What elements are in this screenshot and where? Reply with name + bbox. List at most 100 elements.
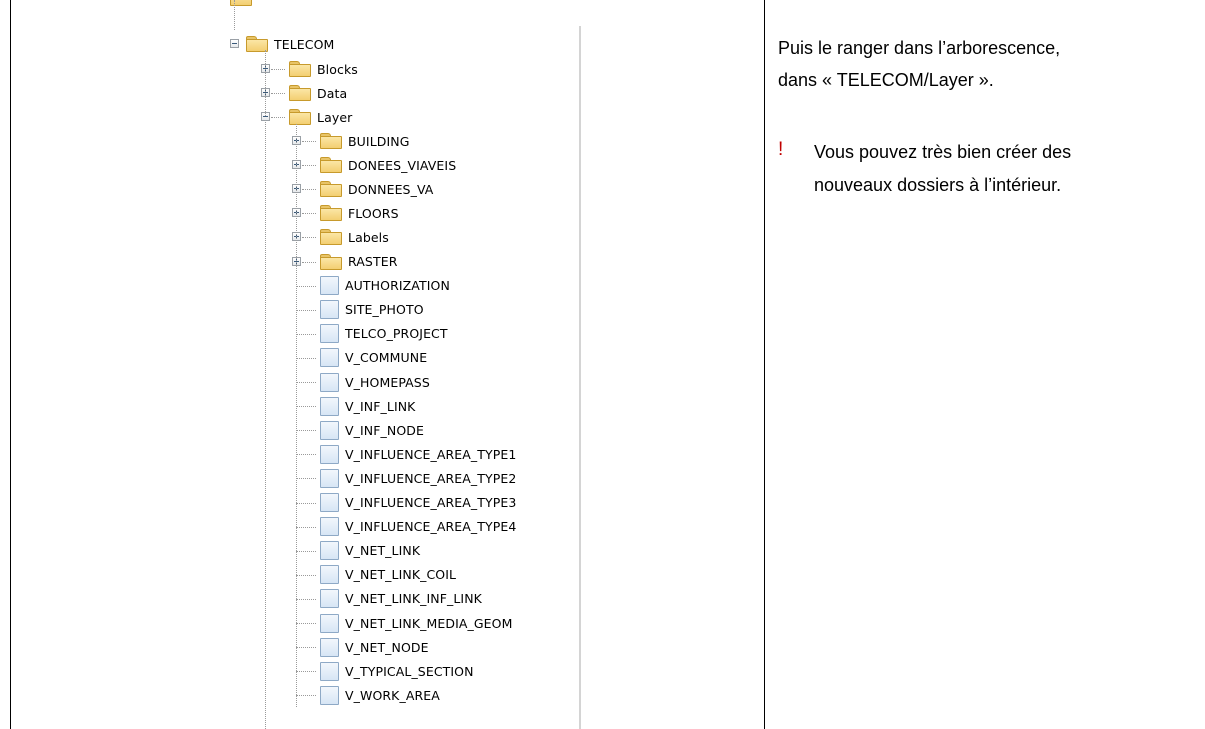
tree-row-label: V_NET_LINK_INF_LINK [345, 591, 482, 607]
tree-row[interactable]: BUILDING [292, 129, 410, 153]
tree-row[interactable]: V_NET_NODE [292, 635, 429, 659]
tree-connector [296, 502, 316, 504]
tree-row[interactable]: Labels [292, 225, 389, 249]
tree-row-label: Data [317, 85, 348, 101]
note-line-2: nouveaux dossiers à l’intérieur. [814, 175, 1062, 195]
tree-row-label: DONEES_VIAVEIS [348, 157, 457, 173]
tree-row[interactable]: AUTHORIZATION [292, 274, 450, 298]
tree-guide-line [265, 122, 266, 729]
table-icon [320, 420, 339, 440]
tree-row[interactable]: TELCO_PROJECT [292, 322, 448, 346]
tree-connector [296, 526, 316, 528]
tree-row[interactable]: Data [261, 81, 347, 105]
tree-row-label: V_WORK_AREA [345, 687, 440, 703]
tree-row-label: DONNEES_VA [348, 181, 434, 197]
folder-icon [320, 133, 342, 149]
tree-connector [296, 574, 316, 576]
table-icon [320, 685, 339, 705]
tree-connector [296, 333, 316, 335]
folder-icon [320, 181, 342, 198]
folder-icon [289, 109, 311, 126]
tree-row-root[interactable]: TELECOM [230, 32, 334, 56]
tree-row-label: V_COMMUNE [345, 350, 428, 366]
scrollbar-edge [579, 26, 581, 729]
tree-connector [302, 213, 316, 215]
instruction-line-2: dans « TELECOM/Layer ». [778, 70, 994, 90]
tree-connector [296, 671, 316, 673]
tree-row[interactable]: V_INFLUENCE_AREA_TYPE4 [292, 515, 516, 539]
tree-row[interactable]: DONNEES_VA [292, 177, 433, 201]
tree-connector [271, 93, 285, 95]
tree-row[interactable]: V_COMMUNE [292, 346, 427, 370]
folder-icon [320, 229, 342, 246]
tree-row[interactable]: V_NET_LINK [292, 539, 420, 563]
tree-connector [296, 430, 316, 432]
tree-row[interactable]: V_TYPICAL_SECTION [292, 659, 474, 683]
tree-connector [296, 406, 316, 408]
tree-row-label: V_INF_LINK [345, 398, 416, 414]
table-icon [320, 517, 339, 537]
table-icon [320, 348, 339, 368]
tree-row-label: V_INFLUENCE_AREA_TYPE1 [345, 446, 517, 462]
table-icon [320, 613, 339, 633]
folder-icon [320, 253, 342, 270]
tree-guide-line [296, 124, 297, 707]
tree-row-label: TELECOM [274, 36, 335, 52]
tree-row-label: V_HOMEPASS [345, 374, 430, 390]
tree-row[interactable]: DONEES_VIAVEIS [292, 153, 456, 177]
tree-row[interactable]: V_INF_LINK [292, 394, 415, 418]
tree-connector [296, 623, 316, 624]
tree-connector [296, 478, 316, 480]
tree-connector [302, 141, 316, 142]
table-icon [320, 565, 339, 585]
tree-row[interactable]: V_NET_LINK_COIL [292, 563, 456, 587]
instruction-line-1: Puis le ranger dans l’arborescence, [778, 38, 1061, 58]
tree-connector [296, 454, 316, 456]
tree-connector [296, 382, 316, 383]
tree-row-label: V_INFLUENCE_AREA_TYPE4 [345, 519, 517, 535]
tree-connector [302, 261, 316, 263]
tree-row-label: V_INF_NODE [345, 422, 424, 438]
table-icon [320, 396, 339, 416]
tree-row-label: V_TYPICAL_SECTION [345, 663, 474, 679]
table-icon [320, 444, 339, 464]
table-icon [320, 541, 339, 561]
tree-row-label: V_INFLUENCE_AREA_TYPE2 [345, 470, 517, 486]
table-icon [320, 661, 339, 681]
tree-row-label: FLOORS [348, 205, 399, 221]
folder-icon [289, 61, 311, 77]
tree-row[interactable]: V_INF_NODE [292, 418, 424, 442]
tree-row[interactable]: V_HOMEPASS [292, 370, 430, 394]
tree-row-label: BUILDING [348, 133, 410, 149]
tree-row[interactable]: Layer [261, 105, 352, 129]
tree-row[interactable]: V_INFLUENCE_AREA_TYPE1 [292, 442, 516, 466]
tree-row[interactable]: Blocks [261, 57, 358, 81]
tree-row-label: SITE_PHOTO [345, 302, 424, 318]
tree-row[interactable]: RASTER [292, 250, 397, 274]
tree-row-label: V_NET_NODE [345, 639, 429, 655]
table-icon [320, 637, 339, 657]
tree-row[interactable]: V_INFLUENCE_AREA_TYPE2 [292, 466, 516, 490]
tree-row[interactable]: V_INFLUENCE_AREA_TYPE3 [292, 491, 516, 515]
table-border-middle [764, 0, 765, 729]
tree-row[interactable]: V_NET_LINK_INF_LINK [292, 587, 482, 611]
tree-connector [296, 357, 316, 359]
tree-connector [296, 550, 316, 552]
tree-connector [296, 285, 316, 287]
tree-row-label: RASTER [348, 254, 398, 269]
tree-row[interactable]: FLOORS [292, 201, 399, 225]
tree-screenshot: TELECOM Blocks Data Layer BUILDING DONEES_VI… [11, 0, 764, 729]
tree-row[interactable]: V_WORK_AREA [292, 683, 440, 707]
tree-connector [296, 598, 316, 600]
tree-row[interactable]: SITE_PHOTO [292, 298, 424, 322]
tree-row-label: V_NET_LINK_COIL [345, 567, 457, 583]
table-icon [320, 468, 339, 488]
tree-connector [302, 237, 316, 239]
tree-row-label: Labels [348, 229, 389, 245]
tree-row[interactable]: V_NET_LINK_MEDIA_GEOM [292, 611, 513, 635]
tree-row-label: Blocks [317, 61, 358, 77]
tree-connector [296, 695, 316, 697]
collapse-icon[interactable] [230, 39, 239, 48]
warning-marker: ! [778, 139, 784, 160]
table-icon [320, 589, 339, 609]
